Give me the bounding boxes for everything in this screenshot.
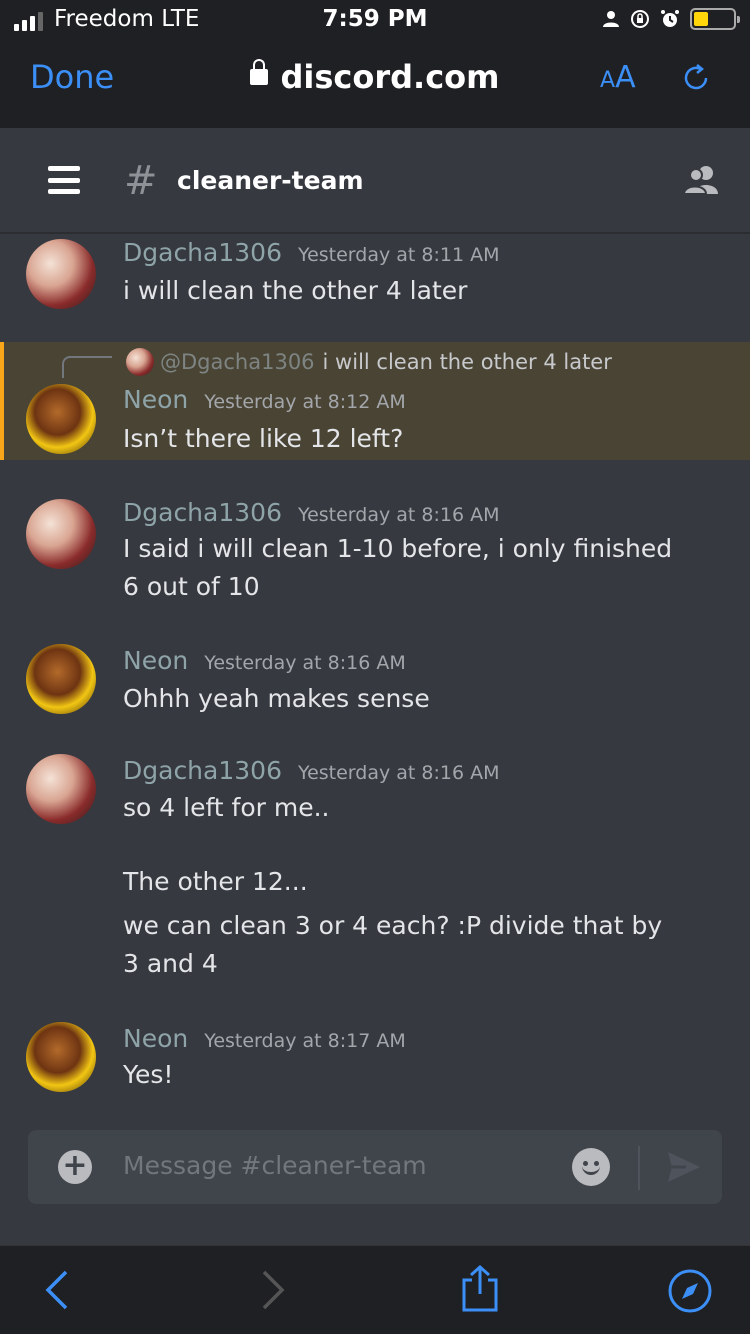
author-name[interactable]: Dgacha1306 <box>123 498 282 527</box>
message-text: Ohhh yeah makes sense <box>123 684 430 713</box>
message-text: i will clean the other 4 later <box>123 276 468 305</box>
rotation-lock-icon <box>631 10 649 28</box>
avatar[interactable] <box>26 239 96 309</box>
timestamp: Yesterday at 8:12 AM <box>204 391 406 413</box>
message-text: Isn’t there like 12 left? <box>123 424 404 453</box>
alarm-icon <box>661 10 679 27</box>
author-name[interactable]: Neon <box>123 385 188 414</box>
send-icon[interactable] <box>666 1150 702 1184</box>
menu-icon[interactable] <box>48 166 80 194</box>
message: Dgacha1306 Yesterday at 8:16 AM I said i… <box>0 496 750 616</box>
message-list: Dgacha1306 Yesterday at 8:11 AM i will c… <box>0 236 750 1126</box>
ios-status-bar: Freedom LTE 7:59 PM <box>0 0 750 40</box>
divider <box>638 1146 640 1190</box>
emoji-icon[interactable] <box>572 1148 610 1186</box>
reply-text: i will clean the other 4 later <box>322 350 612 374</box>
reload-icon[interactable] <box>678 60 714 96</box>
forward-arrow-icon[interactable] <box>250 1268 294 1312</box>
reply-author: @Dgacha1306 <box>160 350 315 374</box>
share-icon[interactable] <box>458 1264 502 1314</box>
reply-avatar <box>126 348 154 376</box>
reply-connector <box>62 356 112 378</box>
message-mentioned: @Dgacha1306 i will clean the other 4 lat… <box>0 342 750 460</box>
back-arrow-icon[interactable] <box>36 1268 80 1312</box>
avatar[interactable] <box>26 1022 96 1092</box>
channel-name: cleaner-team <box>177 166 364 195</box>
lock-icon <box>250 59 269 85</box>
avatar[interactable] <box>26 384 96 454</box>
person-icon <box>603 11 619 27</box>
author-name[interactable]: Neon <box>123 1024 188 1053</box>
message-text: Yes! <box>123 1060 174 1089</box>
timestamp: Yesterday at 8:16 AM <box>297 762 500 784</box>
message: Neon Yesterday at 8:17 AM Yes! <box>0 1022 750 1102</box>
channel-header: # cleaner-team <box>0 128 750 234</box>
message: Neon Yesterday at 8:16 AM Ohhh yeah make… <box>0 644 750 724</box>
battery-icon <box>690 8 740 30</box>
message-text: The other 12... <box>123 867 308 896</box>
reply-preview[interactable]: @Dgacha1306 i will clean the other 4 lat… <box>126 348 612 376</box>
browser-bottom-toolbar <box>0 1245 750 1334</box>
compass-icon[interactable] <box>667 1268 713 1314</box>
message: Dgacha1306 Yesterday at 8:16 AM so 4 lef… <box>0 754 750 1004</box>
avatar[interactable] <box>26 754 96 824</box>
timestamp: Yesterday at 8:11 AM <box>297 244 500 266</box>
author-name[interactable]: Neon <box>123 646 188 675</box>
hash-icon: # <box>124 158 158 204</box>
message: Dgacha1306 Yesterday at 8:11 AM i will c… <box>0 236 750 336</box>
url-text: discord.com <box>280 58 500 96</box>
timestamp: Yesterday at 8:16 AM <box>297 504 500 526</box>
add-attachment-button[interactable]: + <box>58 1150 92 1184</box>
address-bar[interactable]: discord.com <box>0 58 750 96</box>
members-icon[interactable] <box>682 164 722 196</box>
message-input[interactable]: Message #cleaner-team <box>123 1151 427 1180</box>
browser-toolbar: Done discord.com AA <box>0 40 750 128</box>
message-composer: + Message #cleaner-team <box>28 1130 722 1204</box>
timestamp: Yesterday at 8:17 AM <box>204 1030 406 1052</box>
author-name[interactable]: Dgacha1306 <box>123 756 282 785</box>
avatar[interactable] <box>26 499 96 569</box>
message-text: we can clean 3 or 4 each? :P divide that… <box>123 911 663 978</box>
author-name[interactable]: Dgacha1306 <box>123 238 282 267</box>
avatar[interactable] <box>26 644 96 714</box>
timestamp: Yesterday at 8:16 AM <box>204 652 406 674</box>
message-text: so 4 left for me.. <box>123 793 330 822</box>
message-text: I said i will clean 1-10 before, i only … <box>123 534 673 601</box>
text-size-button[interactable]: AA <box>600 60 636 95</box>
